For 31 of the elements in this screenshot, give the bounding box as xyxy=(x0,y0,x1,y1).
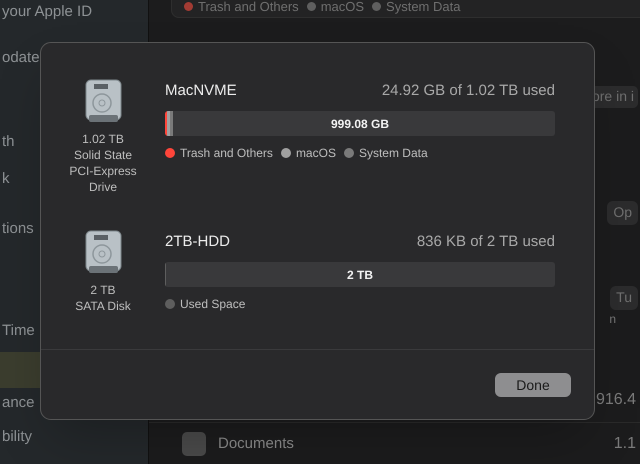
background-button[interactable]: Tu xyxy=(610,286,638,310)
legend-label: macOS xyxy=(296,145,336,162)
row-name: Documents xyxy=(218,434,294,454)
sidebar-item[interactable]: bility xyxy=(0,426,148,448)
document-icon xyxy=(182,432,206,456)
drive-caption: 2 TB xyxy=(90,282,116,298)
legend-label: Trash and Others xyxy=(198,0,299,16)
sidebar-item[interactable]: your Apple ID xyxy=(0,1,148,23)
legend-label: Used Space xyxy=(180,296,246,313)
free-space-label: 2 TB xyxy=(346,266,374,284)
done-button[interactable]: Done xyxy=(495,373,571,397)
drive-name: MacNVME xyxy=(165,80,237,101)
drive-usage: 836 KB of 2 TB used xyxy=(416,232,555,252)
drive-usage: 24.92 GB of 1.02 TB used xyxy=(382,80,555,101)
drive-caption: 1.02 TB xyxy=(82,131,124,147)
row-size: 916.4 xyxy=(596,390,636,410)
drive-caption: Drive xyxy=(88,179,117,195)
legend-label: macOS xyxy=(320,0,364,16)
legend-label: System Data xyxy=(358,145,428,162)
background-text: n xyxy=(609,310,616,328)
free-space-label: 999.08 GB xyxy=(330,116,390,132)
drive-caption: Solid State xyxy=(74,147,132,163)
hard-drive-icon xyxy=(84,79,122,124)
drive-caption: SATA Disk xyxy=(75,298,131,314)
drive-name: 2TB-HDD xyxy=(165,232,230,252)
row-size: 1.1 xyxy=(614,434,636,454)
legend-label: Trash and Others xyxy=(180,145,273,162)
legend-label: System Data xyxy=(386,0,460,16)
hard-drive-icon xyxy=(84,230,122,275)
background-button[interactable]: Op xyxy=(607,200,638,224)
drive-caption: PCI-Express xyxy=(69,163,137,179)
